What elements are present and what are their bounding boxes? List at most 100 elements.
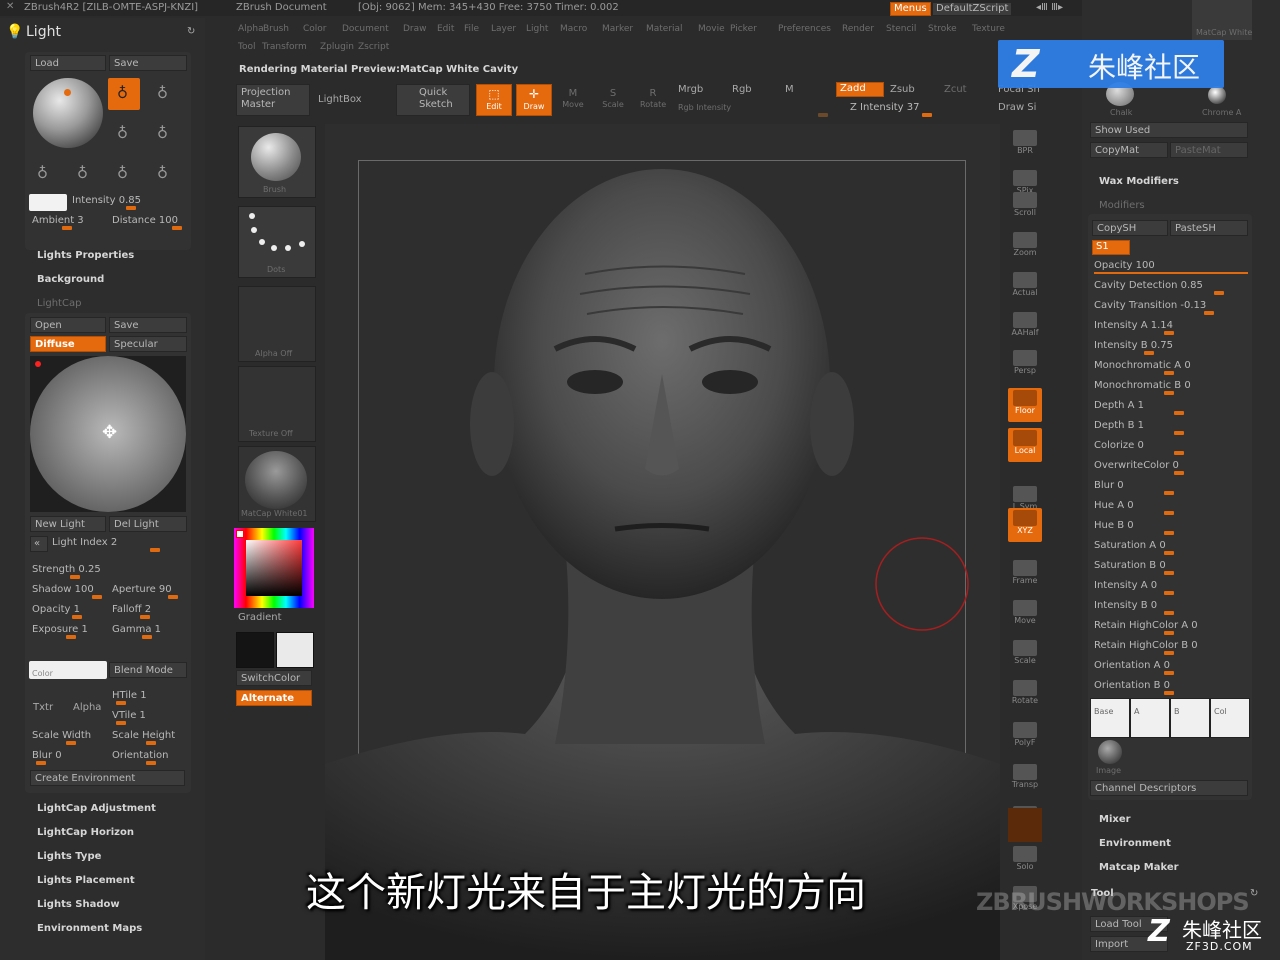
lightcap-open-button[interactable]: Open	[30, 317, 106, 333]
matcap-white-thumb[interactable]: MatCap White	[1192, 0, 1252, 40]
rgb-intensity-slider[interactable]: Rgb Intensity	[678, 102, 828, 117]
vtile-slider[interactable]: VTile 1	[112, 710, 186, 725]
gamma-slider[interactable]: Gamma 1	[112, 624, 186, 639]
param-slider-2[interactable]: Cavity Detection 0.85	[1094, 280, 1244, 295]
menu-render[interactable]: Render	[842, 24, 874, 34]
shelf-aahalf-button[interactable]: AAHalf	[1008, 310, 1042, 344]
del-light-button[interactable]: Del Light	[109, 516, 187, 532]
param-slider-4[interactable]: Intensity A 1.14	[1094, 320, 1244, 335]
edit-button[interactable]: ⬚ Edit	[476, 84, 512, 116]
menu-layer[interactable]: Layer	[491, 24, 516, 34]
opacity-slider[interactable]: Opacity 1	[32, 604, 104, 619]
param-slider-20[interactable]: Retain HighColor B 0	[1094, 640, 1244, 655]
draw-size-label[interactable]: Draw Si	[998, 102, 1036, 113]
light-bulb-3[interactable]: ♁	[108, 118, 140, 150]
shelf-actual-button[interactable]: Actual	[1008, 270, 1042, 304]
lightcap-preview[interactable]: ✥	[30, 356, 186, 512]
light-position-marker[interactable]	[64, 89, 71, 96]
shelf-zoom-button[interactable]: Zoom	[1008, 230, 1042, 264]
menu-movie[interactable]: Movie	[698, 24, 725, 34]
light-load-button[interactable]: Load	[30, 55, 106, 71]
param-slider-13[interactable]: Hue A 0	[1094, 500, 1244, 515]
light-color-swatch[interactable]	[29, 194, 67, 211]
lightcap-header[interactable]: LightCap	[37, 298, 81, 309]
shelf-scroll-button[interactable]: Scroll	[1008, 190, 1042, 224]
left-section-2[interactable]: LightCap Horizon	[37, 827, 134, 838]
menu-marker[interactable]: Marker	[602, 24, 633, 34]
ambient-slider[interactable]: Ambient 3	[32, 215, 104, 230]
lights-properties-header[interactable]: Lights Properties	[37, 250, 134, 261]
scale-height-slider[interactable]: Scale Height	[112, 730, 186, 745]
menu-stencil[interactable]: Stencil	[886, 24, 916, 34]
menu-draw[interactable]: Draw	[403, 24, 427, 34]
menu-preferences[interactable]: Preferences	[778, 24, 831, 34]
default-zscript-button[interactable]: DefaultZScript	[932, 2, 1013, 16]
param-slider-7[interactable]: Monochromatic B 0	[1094, 380, 1244, 395]
scale-button[interactable]: S Scale	[600, 88, 626, 110]
shelf-move-button[interactable]: Move	[1008, 598, 1042, 632]
left-section-5[interactable]: Lights Shadow	[37, 899, 120, 910]
shelf-bpr-button[interactable]: BPR	[1008, 128, 1042, 162]
param-slider-9[interactable]: Depth B 1	[1094, 420, 1244, 435]
menu-transform[interactable]: Transform	[262, 42, 307, 52]
param-slider-10[interactable]: Colorize 0	[1094, 440, 1244, 455]
diffuse-button[interactable]: Diffuse	[30, 336, 106, 352]
menu-tool[interactable]: Tool	[238, 42, 255, 52]
param-slider-14[interactable]: Hue B 0	[1094, 520, 1244, 535]
light-sphere-preview[interactable]	[33, 78, 103, 148]
blend-mode-button[interactable]: Blend Mode	[109, 662, 187, 678]
menu-color[interactable]: Color	[303, 24, 327, 34]
menu-zscript[interactable]: Zscript	[358, 42, 389, 52]
left-section-1[interactable]: LightCap Adjustment	[37, 803, 156, 814]
light-save-button[interactable]: Save	[109, 55, 187, 71]
texture-slot-label[interactable]: Txtr	[33, 702, 53, 713]
zsub-button[interactable]: Zsub	[890, 84, 915, 95]
wax-modifiers-header[interactable]: Wax Modifiers	[1099, 176, 1179, 187]
param-slider-8[interactable]: Depth A 1	[1094, 400, 1244, 415]
param-slider-16[interactable]: Saturation B 0	[1094, 560, 1244, 575]
param-slider-6[interactable]: Monochromatic A 0	[1094, 360, 1244, 375]
switchcolor-button[interactable]: SwitchColor	[236, 670, 312, 686]
tool-refresh-icon[interactable]: ↻	[1250, 888, 1258, 899]
menu-stroke[interactable]: Stroke	[928, 24, 957, 34]
pastemat-button[interactable]: PasteMat	[1170, 142, 1248, 158]
shelf-polyf-button[interactable]: PolyF	[1008, 720, 1042, 754]
rotate-button[interactable]: R Rotate	[640, 88, 666, 110]
shadow-slider[interactable]: Shadow 100	[32, 584, 104, 599]
param-slider-5[interactable]: Intensity B 0.75	[1094, 340, 1244, 355]
param-slider-1[interactable]: Opacity 100	[1094, 260, 1248, 274]
color-picker[interactable]	[234, 528, 314, 608]
create-environment-button[interactable]: Create Environment	[30, 770, 185, 786]
menu-brush[interactable]: Brush	[263, 24, 289, 34]
menu-picker[interactable]: Picker	[730, 24, 757, 34]
shelf-solo-button[interactable]: Solo	[1008, 844, 1042, 878]
rgb-button[interactable]: Rgb	[732, 84, 752, 95]
menu-document[interactable]: Document	[342, 24, 389, 34]
param-slider-15[interactable]: Saturation A 0	[1094, 540, 1244, 555]
swatch-b[interactable]: B	[1170, 698, 1210, 738]
param-slider-11[interactable]: OverwriteColor 0	[1094, 460, 1244, 475]
menu-alpha[interactable]: Alpha	[238, 24, 264, 34]
draw-button[interactable]: ✛ Draw	[516, 84, 552, 116]
copymat-button[interactable]: CopyMat	[1090, 142, 1168, 158]
lightcap-light-dot[interactable]	[35, 361, 41, 367]
light-bulb-5[interactable]: ♁	[28, 158, 60, 190]
shelf-floor-button[interactable]: Floor	[1008, 388, 1042, 422]
brush-thumbnail[interactable]: Brush	[238, 126, 316, 198]
alpha-thumbnail[interactable]: Alpha Off	[238, 286, 316, 362]
document-canvas[interactable]	[325, 124, 1000, 960]
aperture-slider[interactable]: Aperture 90	[112, 584, 186, 599]
menu-texture[interactable]: Texture	[972, 24, 1005, 34]
param-slider-21[interactable]: Orientation A 0	[1094, 660, 1244, 675]
light-index-slider[interactable]: Light Index 2	[52, 537, 164, 552]
material-thumbnail[interactable]: MatCap White01	[238, 446, 316, 522]
menu-light[interactable]: Light	[526, 24, 548, 34]
swatch-col[interactable]: Col	[1210, 698, 1250, 738]
param-slider-17[interactable]: Intensity A 0	[1094, 580, 1244, 595]
light-intensity-slider[interactable]: Intensity 0.85	[72, 195, 184, 210]
param-slider-12[interactable]: Blur 0	[1094, 480, 1244, 495]
stroke-thumbnail[interactable]: Dots	[238, 206, 316, 278]
mrgb-button[interactable]: Mrgb	[678, 84, 703, 95]
lightcap-save-button[interactable]: Save	[109, 317, 187, 333]
left-section-3[interactable]: Lights Type	[37, 851, 101, 862]
